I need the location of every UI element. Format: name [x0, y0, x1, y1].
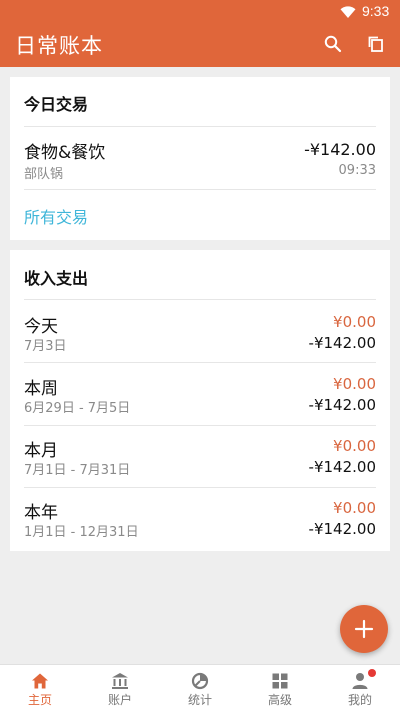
copy-icon[interactable] [366, 34, 386, 54]
divider [24, 362, 376, 363]
add-transaction-button[interactable] [340, 605, 388, 653]
nav-label: 我的 [347, 693, 372, 707]
app-bar: 9:33 日常账本 [0, 0, 400, 67]
status-time: 9:33 [362, 3, 390, 19]
today-transactions-card: 今日交易 食物&餐饮 部队锅 -¥142.00 09:33 所有交易 [10, 77, 390, 240]
expense-amount: -¥142.00 [308, 520, 376, 538]
period-name: 本年 [24, 503, 58, 523]
divider [24, 425, 376, 426]
period-range: 1月1日 - 12月31日 [24, 525, 139, 540]
transaction-amount: -¥142.00 [304, 140, 376, 159]
divider [24, 299, 376, 300]
stats-icon [191, 672, 209, 690]
all-transactions-link[interactable]: 所有交易 [24, 204, 88, 228]
expense-amount: -¥142.00 [308, 458, 376, 476]
income-expense-card: 收入支出 今天 7月3日 ¥0.00 -¥142.00 本周 6月29日 - 7… [10, 250, 390, 551]
card-title: 今日交易 [24, 95, 89, 114]
status-bar: 9:33 [0, 0, 400, 24]
nav-item-home[interactable]: 主页 [0, 665, 80, 712]
period-name: 本周 [24, 379, 58, 399]
nav-item-accounts[interactable]: 账户 [80, 665, 160, 712]
notification-badge [368, 669, 376, 677]
income-amount: ¥0.00 [333, 499, 376, 517]
nav-label: 主页 [27, 693, 52, 707]
expense-amount: -¥142.00 [308, 334, 376, 352]
income-amount: ¥0.00 [333, 313, 376, 331]
bottom-nav: 主页 账户 统计 高级 我的 [0, 664, 400, 712]
wifi-icon [340, 6, 356, 18]
period-range: 7月1日 - 7月31日 [24, 463, 131, 478]
nav-label: 统计 [187, 693, 212, 707]
divider [24, 487, 376, 488]
expense-amount: -¥142.00 [308, 396, 376, 414]
grid-icon [272, 673, 288, 689]
nav-label: 账户 [107, 693, 132, 707]
divider [24, 189, 376, 190]
search-icon[interactable] [323, 34, 343, 54]
bank-icon [112, 673, 128, 689]
transaction-note: 部队锅 [24, 167, 64, 182]
period-range: 7月3日 [24, 339, 67, 354]
income-amount: ¥0.00 [333, 437, 376, 455]
page-title: 日常账本 [15, 34, 103, 58]
period-name: 今天 [24, 317, 58, 337]
period-range: 6月29日 - 7月5日 [24, 401, 131, 416]
home-icon [32, 673, 48, 689]
income-amount: ¥0.00 [333, 375, 376, 393]
person-icon [352, 673, 368, 689]
divider [24, 126, 376, 127]
card-title: 收入支出 [24, 269, 89, 288]
plus-icon [354, 619, 374, 639]
nav-label: 高级 [267, 693, 292, 707]
period-name: 本月 [24, 441, 58, 461]
nav-item-advanced[interactable]: 高级 [240, 665, 320, 712]
nav-item-stats[interactable]: 统计 [160, 665, 240, 712]
transaction-category: 食物&餐饮 [24, 143, 106, 163]
nav-item-profile[interactable]: 我的 [320, 665, 400, 712]
transaction-time: 09:33 [338, 163, 376, 178]
